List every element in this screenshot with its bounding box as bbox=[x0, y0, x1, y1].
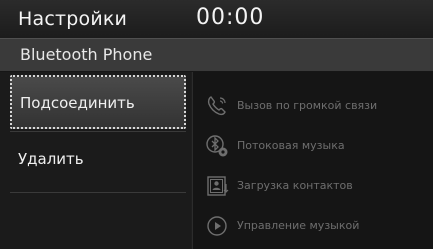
feature-label: Загрузка контактов bbox=[237, 179, 353, 192]
feature-panel: Вызов по громкой связи Потоковая музыка … bbox=[192, 72, 433, 249]
menu-item-connect[interactable]: Подсоединить bbox=[10, 75, 186, 129]
settings-menu: Подсоединить Удалить bbox=[0, 72, 191, 249]
feature-music-control: Управление музыкой bbox=[193, 206, 433, 246]
phone-handset-icon bbox=[207, 96, 226, 116]
divider bbox=[10, 192, 186, 193]
feature-label: Вызов по громкой связи bbox=[237, 99, 378, 112]
bluetooth-settings-screen: Настройки 00:00 Bluetooth Phone Подсоеди… bbox=[0, 0, 433, 249]
status-bar: Настройки 00:00 bbox=[0, 0, 433, 38]
bluetooth-audio-icon bbox=[206, 135, 228, 157]
clock: 00:00 bbox=[196, 5, 265, 30]
divider bbox=[10, 131, 186, 132]
feature-handsfree: Вызов по громкой связи bbox=[193, 86, 433, 126]
section-title: Bluetooth Phone bbox=[20, 45, 153, 64]
play-circle-icon bbox=[207, 216, 227, 236]
feature-label: Потоковая музыка bbox=[237, 139, 345, 152]
menu-item-label: Удалить bbox=[18, 150, 84, 168]
feature-streaming: Потоковая музыка bbox=[193, 126, 433, 166]
feature-contacts: Загрузка контактов bbox=[193, 166, 433, 206]
section-header: Bluetooth Phone bbox=[0, 38, 433, 72]
menu-item-delete[interactable]: Удалить bbox=[10, 133, 186, 187]
feature-label: Управление музыкой bbox=[237, 219, 360, 232]
contacts-download-icon bbox=[207, 176, 229, 196]
page-title: Настройки bbox=[18, 8, 128, 30]
menu-item-label: Подсоединить bbox=[20, 94, 135, 112]
